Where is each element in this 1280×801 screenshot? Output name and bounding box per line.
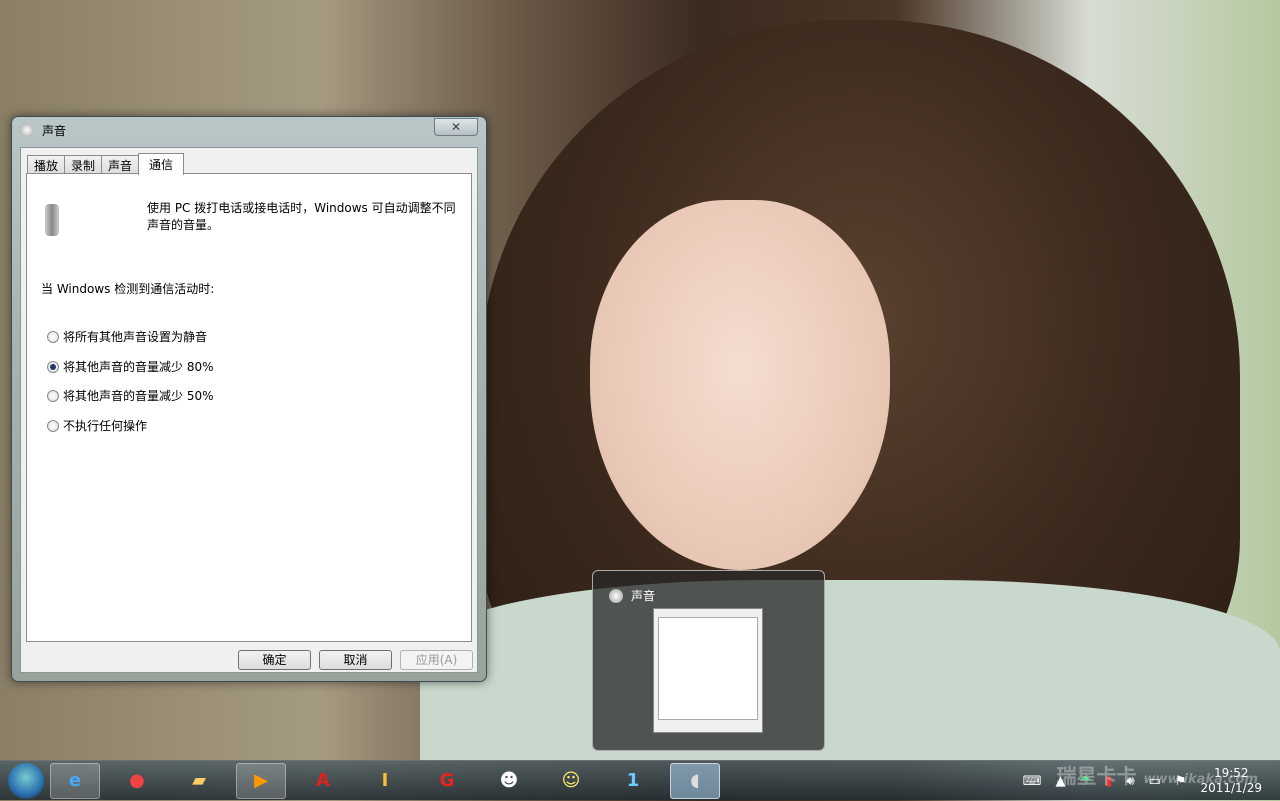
radio-icon[interactable] bbox=[47, 330, 59, 343]
calendar-icon[interactable]: 1 bbox=[608, 763, 658, 799]
communications-panel: 使用 PC 拨打电话或接电话时，Windows 可自动调整不同声音的音量。 当 … bbox=[26, 173, 472, 642]
detect-label: 当 Windows 检测到通信活动时: bbox=[41, 282, 215, 296]
wallpaper-face bbox=[590, 200, 890, 570]
watermark-url: www.ikaka.com bbox=[1143, 772, 1258, 787]
radio-checked-icon[interactable] bbox=[47, 360, 59, 373]
option-reduce-50[interactable]: 将其他声音的音量减少 50% bbox=[47, 387, 214, 404]
apply-button[interactable]: 应用(A) bbox=[400, 650, 473, 670]
ok-button[interactable]: 确定 bbox=[238, 650, 311, 670]
watermark: 瑞星卡卡 www.ikaka.com bbox=[1056, 760, 1258, 789]
tab-recording[interactable]: 录制 bbox=[64, 155, 103, 174]
option-label: 将所有其他声音设置为静音 bbox=[63, 330, 208, 344]
option-label: 将其他声音的音量减少 50% bbox=[63, 389, 214, 403]
qq-icon[interactable]: ☻ bbox=[484, 763, 534, 799]
tab-playback[interactable]: 播放 bbox=[27, 155, 66, 174]
title-bar[interactable]: 声音 bbox=[12, 117, 486, 143]
option-label: 将其他声音的音量减少 80% bbox=[63, 360, 214, 374]
internet-explorer-icon[interactable]: e bbox=[50, 762, 100, 799]
start-button[interactable] bbox=[8, 762, 44, 799]
cancel-button[interactable]: 取消 bbox=[319, 650, 392, 670]
gp-app-icon[interactable]: G bbox=[422, 763, 472, 799]
sound-taskbar-icon[interactable]: ◖ bbox=[670, 762, 720, 799]
autocad-icon[interactable]: A bbox=[298, 763, 348, 799]
dialog-title: 声音 bbox=[42, 123, 67, 138]
yellow-character-icon[interactable]: ☺ bbox=[546, 763, 596, 799]
watermark-text: 瑞星卡卡 bbox=[1056, 764, 1137, 788]
option-reduce-80[interactable]: 将其他声音的音量减少 80% bbox=[47, 358, 214, 375]
taskbar-thumbnail-preview[interactable]: 声音 bbox=[592, 570, 825, 751]
speaker-icon bbox=[20, 123, 34, 137]
thumbnail-title: 声音 bbox=[631, 589, 656, 603]
media-player-icon[interactable]: ▶ bbox=[236, 762, 286, 799]
phone-icon bbox=[45, 204, 59, 236]
radio-icon[interactable] bbox=[47, 419, 59, 432]
option-do-nothing[interactable]: 不执行任何操作 bbox=[47, 417, 147, 434]
pro-app-icon[interactable]: I bbox=[360, 763, 410, 799]
wallpaper-shirt bbox=[420, 580, 1280, 760]
radio-icon[interactable] bbox=[47, 389, 59, 402]
option-mute-all[interactable]: 将所有其他声音设置为静音 bbox=[47, 328, 207, 345]
explorer-folder-icon[interactable]: ▰ bbox=[174, 763, 224, 799]
thumbnail-window bbox=[653, 608, 763, 733]
keyboard-icon[interactable]: ⌨ bbox=[1023, 774, 1042, 789]
speaker-icon bbox=[609, 588, 623, 603]
dialog-body: 播放 录制 声音 通信 使用 PC 拨打电话或接电话时，Windows 可自动调… bbox=[20, 147, 478, 673]
description: 使用 PC 拨打电话或接电话时，Windows 可自动调整不同声音的音量。 bbox=[147, 201, 456, 232]
tab-communications[interactable]: 通信 bbox=[138, 153, 185, 175]
tab-sounds[interactable]: 声音 bbox=[101, 155, 140, 174]
chrome-icon[interactable]: ● bbox=[112, 763, 162, 799]
close-button[interactable]: ✕ bbox=[434, 118, 478, 136]
option-label: 不执行任何操作 bbox=[63, 419, 148, 433]
sound-dialog: 声音 ✕ 播放 录制 声音 通信 使用 PC 拨打电话或接电话时，Windows… bbox=[11, 116, 487, 682]
